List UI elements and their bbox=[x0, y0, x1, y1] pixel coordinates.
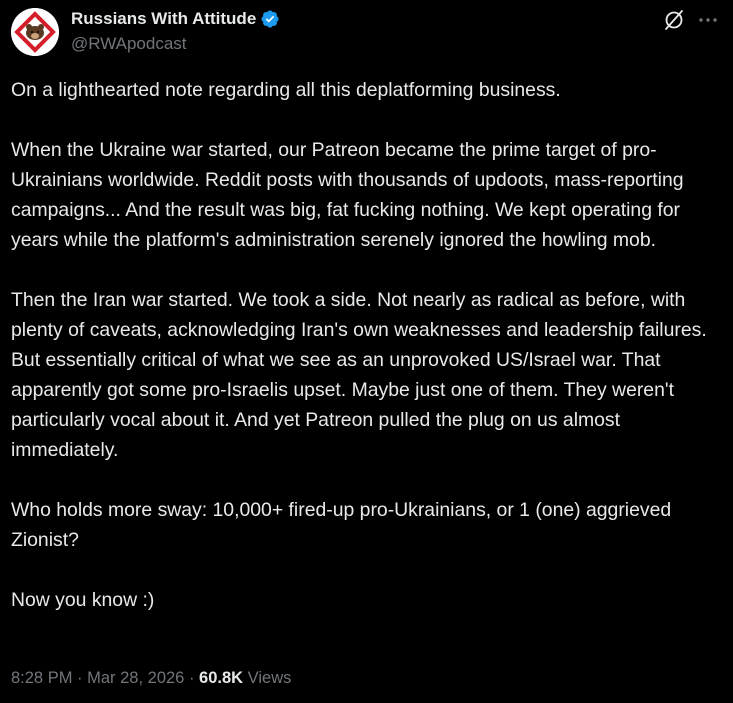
tweet-date[interactable]: Mar 28, 2026 bbox=[87, 669, 184, 687]
tweet-header: Russians With Attitude @RWApodcast bbox=[0, 0, 733, 70]
meta-separator: · bbox=[72, 669, 88, 687]
tweet-time[interactable]: 8:28 PM bbox=[11, 669, 72, 687]
more-options-icon[interactable] bbox=[697, 9, 719, 31]
grok-icon[interactable] bbox=[663, 9, 685, 31]
tweet-metadata: 8:28 PM · Mar 28, 2026 · 60.8K Views bbox=[11, 666, 291, 690]
verified-badge-icon bbox=[261, 10, 279, 28]
author-display-name[interactable]: Russians With Attitude bbox=[71, 8, 256, 30]
tweet-text: On a lighthearted note regarding all thi… bbox=[11, 75, 727, 615]
author-display-name-row[interactable]: Russians With Attitude bbox=[71, 8, 280, 30]
tweet-paragraph: Now you know :) bbox=[11, 589, 155, 611]
tweet-paragraph: Then the Iran war started. We took a sid… bbox=[11, 289, 707, 461]
author-handle[interactable]: @RWApodcast bbox=[71, 33, 187, 55]
tweet-paragraph: When the Ukraine war started, our Patreo… bbox=[11, 139, 684, 251]
views-count[interactable]: 60.8K bbox=[199, 669, 243, 687]
tweet-paragraph: On a lighthearted note regarding all thi… bbox=[11, 79, 561, 101]
avatar[interactable] bbox=[11, 8, 59, 56]
bear-logo-avatar-icon bbox=[11, 8, 59, 56]
meta-separator: · bbox=[184, 669, 200, 687]
views-label: Views bbox=[243, 669, 292, 687]
tweet-paragraph: Who holds more sway: 10,000+ fired-up pr… bbox=[11, 499, 672, 551]
